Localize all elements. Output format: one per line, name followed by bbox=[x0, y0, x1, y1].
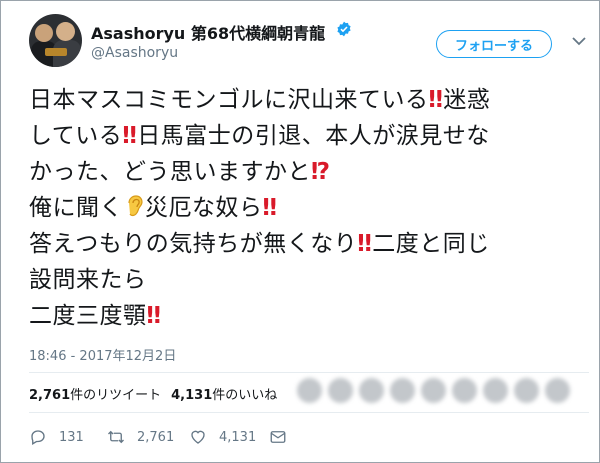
tweet-line: 設問来たら bbox=[29, 262, 589, 298]
follow-button[interactable]: フォローする bbox=[436, 30, 552, 58]
verified-badge-icon bbox=[337, 21, 351, 37]
envelope-icon bbox=[270, 431, 286, 443]
tweet-text-segment: 災厄な奴ら bbox=[145, 195, 263, 221]
tweet-line: 俺に聞く 災厄な奴ら‼ bbox=[29, 190, 589, 226]
avatar[interactable] bbox=[297, 378, 322, 403]
retweets-label[interactable]: 件のリツイート bbox=[70, 388, 161, 403]
heart-icon bbox=[191, 430, 205, 444]
avatar[interactable] bbox=[421, 378, 446, 403]
double-exclamation-icon: ‼ bbox=[146, 303, 162, 329]
tweet-text-segment: 日馬富士の引退、本人が涙見せな bbox=[137, 123, 490, 149]
likes-count[interactable]: 4,131 bbox=[171, 388, 212, 403]
like-count: 4,131 bbox=[219, 429, 257, 445]
double-exclamation-icon: ‼ bbox=[262, 195, 278, 221]
double-exclamation-icon: ‼ bbox=[357, 231, 373, 257]
retweet-button[interactable]: 2,761 bbox=[107, 428, 174, 446]
chevron-down-icon[interactable] bbox=[572, 36, 586, 46]
avatar[interactable] bbox=[452, 378, 477, 403]
display-name[interactable]: Asashoryu 第68代横綱朝青龍 bbox=[91, 20, 325, 44]
reply-count: 131 bbox=[59, 429, 84, 445]
tweet-text-segment: 俺に聞く bbox=[29, 195, 123, 221]
tweet-line: 二度三度顎‼ bbox=[29, 298, 589, 334]
divider bbox=[29, 412, 589, 413]
tweet-text-segment: 迷惑 bbox=[443, 87, 491, 113]
tweet-text-segment: 日本マスコミモンゴルに沢山来ている bbox=[29, 87, 429, 113]
likes-label[interactable]: 件のいいね bbox=[212, 388, 277, 403]
like-button[interactable]: 4,131 bbox=[189, 428, 256, 446]
tweet-text-segment: 答えつもりの気持ちが無くなり bbox=[29, 231, 358, 257]
avatar[interactable] bbox=[359, 378, 384, 403]
avatar[interactable] bbox=[390, 378, 415, 403]
tweet-line: 日本マスコミモンゴルに沢山来ている‼迷惑 bbox=[29, 82, 589, 118]
retweets-count[interactable]: 2,761 bbox=[29, 388, 70, 403]
retweet-count: 2,761 bbox=[137, 429, 175, 445]
tweet-text-segment: 二度と同じ bbox=[372, 231, 490, 257]
exclamation-question-icon: ⁉ bbox=[311, 159, 331, 185]
tweet-timestamp[interactable]: 18:46 - 2017年12月2日 bbox=[29, 345, 176, 364]
engagement-stats: 2,761件のリツイート 4,131件のいいね bbox=[29, 384, 277, 403]
avatar[interactable] bbox=[483, 378, 508, 403]
direct-message-button[interactable] bbox=[269, 428, 299, 446]
divider bbox=[29, 372, 589, 373]
tweet-text-segment: 二度三度顎 bbox=[29, 303, 147, 329]
retweet-icon bbox=[108, 430, 124, 444]
avatar[interactable] bbox=[328, 378, 353, 403]
reply-button[interactable]: 131 bbox=[29, 428, 84, 446]
double-exclamation-icon: ‼ bbox=[122, 123, 138, 149]
tweet-text-segment: かった、どう思いますかと bbox=[29, 159, 311, 185]
avatar[interactable] bbox=[514, 378, 539, 403]
tweet-text: 日本マスコミモンゴルに沢山来ている‼迷惑 している‼日馬富士の引退、本人が涙見せ… bbox=[29, 82, 589, 334]
avatar[interactable] bbox=[545, 378, 570, 403]
avatar[interactable] bbox=[29, 14, 82, 67]
user-handle[interactable]: @Asashoryu bbox=[91, 45, 178, 61]
tweet-line: している‼日馬富士の引退、本人が涙見せな bbox=[29, 118, 589, 154]
liked-by-avatars bbox=[297, 378, 570, 408]
ear-icon bbox=[128, 195, 143, 217]
tweet-line: かった、どう思いますかと⁉ bbox=[29, 154, 589, 190]
double-exclamation-icon: ‼ bbox=[428, 87, 444, 113]
reply-icon bbox=[31, 430, 45, 445]
tweet-text-segment: 設問来たら bbox=[29, 267, 147, 293]
tweet-text-segment: している bbox=[29, 123, 123, 149]
tweet-line: 答えつもりの気持ちが無くなり‼二度と同じ bbox=[29, 226, 589, 262]
